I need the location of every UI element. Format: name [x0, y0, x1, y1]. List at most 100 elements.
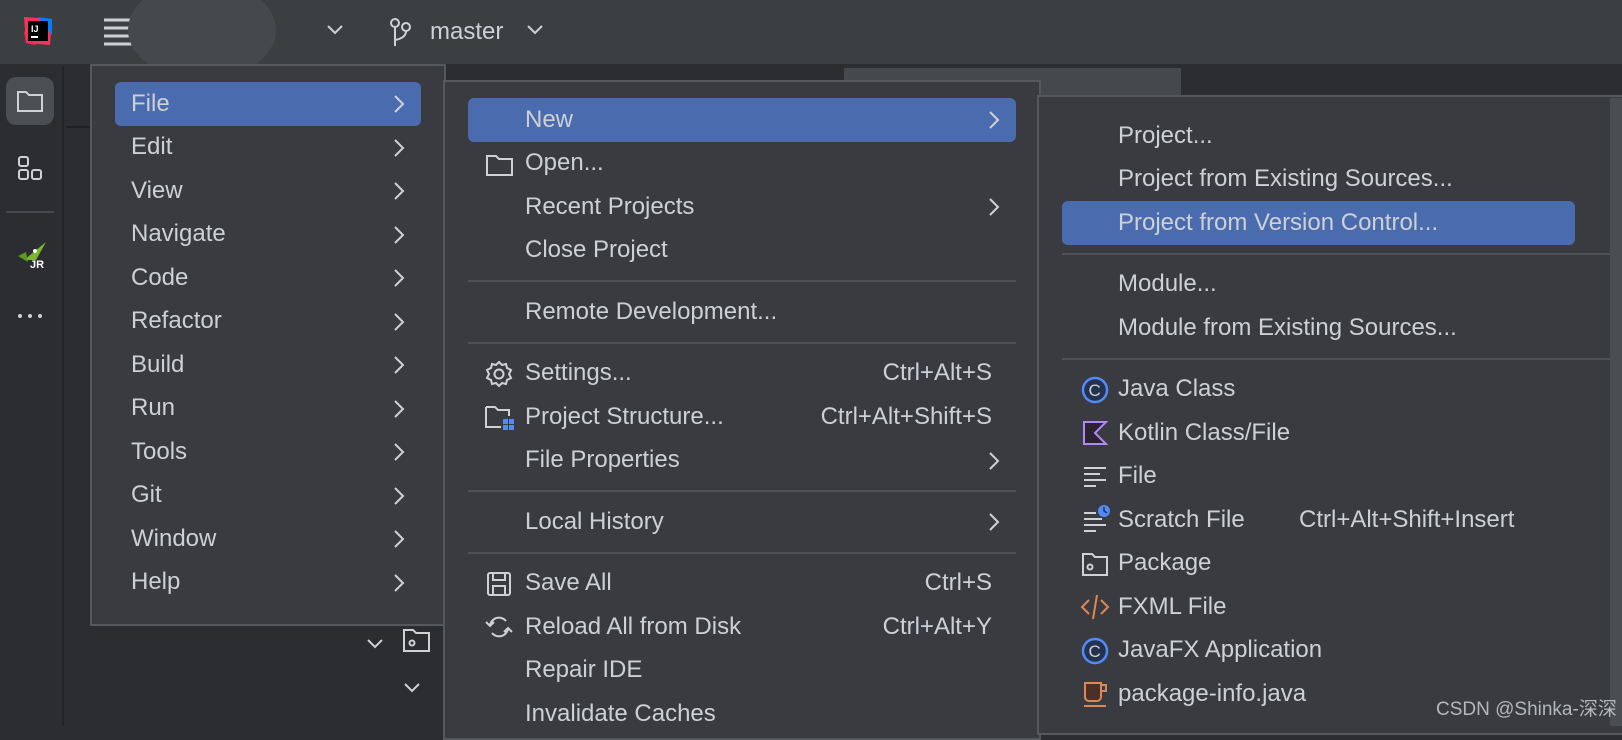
chevron-right-icon — [989, 111, 1000, 129]
menu-separator — [1062, 245, 1612, 263]
menu-item-package[interactable]: Package — [1062, 542, 1575, 586]
menu-item-shortcut: Ctrl+Alt+Y — [882, 612, 992, 640]
branch-name[interactable]: master — [430, 18, 503, 46]
menu-item-local-history[interactable]: Local History — [468, 500, 1016, 544]
menu-separator — [1062, 350, 1612, 368]
menu-item-reload-all-from-disk[interactable]: Reload All from Disk Ctrl+Alt+Y — [468, 605, 1016, 649]
menu-item-settings[interactable]: Settings... Ctrl+Alt+S — [468, 352, 1016, 396]
menu-item-fxml-file[interactable]: FXML File — [1062, 585, 1575, 629]
text-file-icon — [1084, 466, 1106, 487]
fxml-icon — [1080, 594, 1110, 620]
project-selector-chevron-icon[interactable] — [326, 24, 344, 36]
menu-item-project-from-version-control[interactable]: Project from Version Control... — [1062, 201, 1575, 245]
menu-item-code[interactable]: Code — [115, 256, 421, 300]
chevron-right-icon — [394, 530, 405, 548]
svg-text:IJ: IJ — [31, 24, 39, 34]
menu-item-label: Code — [131, 263, 189, 291]
menu-item-window[interactable]: Window — [115, 517, 421, 561]
menu-item-label: Invalidate Caches — [525, 699, 716, 727]
structure-icon[interactable] — [17, 155, 43, 181]
menu-item-shortcut: Ctrl+Alt+S — [882, 359, 992, 387]
tree-expand-chevron-icon[interactable] — [366, 638, 384, 650]
new-submenu-scrollbar[interactable] — [1610, 98, 1622, 726]
menu-item-project-from-existing-sources[interactable]: Project from Existing Sources... — [1062, 158, 1575, 202]
scratch-file-icon — [1084, 505, 1110, 532]
menu-item-shortcut: Ctrl+S — [924, 569, 992, 597]
svg-text:JR: JR — [30, 259, 44, 270]
menu-item-javafx-application[interactable]: C JavaFX Application — [1062, 629, 1575, 673]
chevron-right-icon — [394, 573, 405, 592]
java-class-icon: C — [1081, 637, 1109, 664]
svg-text:C: C — [1089, 642, 1101, 661]
menu-item-label: Reload All from Disk — [525, 612, 742, 640]
separator-line — [468, 280, 1016, 282]
kotlin-icon — [1083, 421, 1109, 445]
menu-item-save-all[interactable]: Save All Ctrl+S — [468, 562, 1016, 606]
menu-item-repair-ide[interactable]: Repair IDE — [468, 649, 1016, 693]
menu-item-label: Window — [131, 524, 217, 552]
menu-item-new[interactable]: New — [468, 98, 1016, 142]
menu-separator — [468, 334, 1016, 352]
project-folder-icon — [17, 91, 43, 112]
chevron-right-icon — [394, 225, 405, 244]
menu-item-label: Project Structure... — [525, 402, 724, 430]
menu-item-remote-development[interactable]: Remote Development... — [468, 290, 1016, 334]
menu-item-file[interactable]: File — [1062, 455, 1575, 499]
menu-item-kotlin-class-file[interactable]: Kotlin Class/File — [1062, 411, 1575, 455]
menu-item-label: Remote Development... — [525, 297, 778, 325]
menu-item-invalidate-caches[interactable]: Invalidate Caches — [468, 692, 1016, 736]
menu-item-label: Open... — [525, 149, 604, 177]
separator-line — [468, 341, 1016, 344]
separator-line — [1062, 357, 1612, 360]
menu-item-label: Package — [1118, 549, 1212, 577]
menu-item-shortcut: Ctrl+Alt+Shift+S — [820, 402, 992, 430]
jrebel-icon[interactable]: JR — [14, 234, 48, 270]
menu-item-label: Git — [131, 481, 162, 509]
menu-item-label: Navigate — [131, 220, 226, 248]
menu-item-navigate[interactable]: Navigate — [115, 213, 421, 257]
menu-item-file-properties[interactable]: File Properties — [468, 439, 1016, 483]
menu-item-module[interactable]: Module... — [1062, 263, 1575, 307]
menu-item-label: Refactor — [131, 307, 222, 335]
menu-item-project[interactable]: Project... — [1062, 114, 1575, 158]
menu-item-label: File — [131, 89, 170, 117]
menu-item-java-class[interactable]: C Java Class — [1062, 368, 1575, 412]
menu-item-recent-projects[interactable]: Recent Projects — [468, 185, 1016, 229]
menu-item-label: Kotlin Class/File — [1118, 418, 1291, 446]
chevron-right-icon — [989, 198, 1000, 216]
menu-item-close-project[interactable]: Close Project — [468, 229, 1016, 273]
tree-expand-chevron-icon[interactable] — [403, 682, 421, 694]
menu-item-label: Edit — [131, 133, 173, 161]
menu-item-file[interactable]: File — [115, 82, 421, 126]
menu-item-label: File — [1118, 462, 1157, 490]
menu-item-refactor[interactable]: Refactor — [115, 300, 421, 344]
tree-package-icon — [403, 629, 430, 652]
menu-item-view[interactable]: View — [115, 169, 421, 213]
menu-item-help[interactable]: Help — [115, 561, 421, 605]
menu-item-build[interactable]: Build — [115, 343, 421, 387]
menu-item-run[interactable]: Run — [115, 387, 421, 431]
gear-icon — [485, 360, 513, 387]
menu-item-edit[interactable]: Edit — [115, 126, 421, 170]
menu-item-tools[interactable]: Tools — [115, 430, 421, 474]
menu-item-scratch-file[interactable]: Scratch File Ctrl+Alt+Shift+Insert — [1062, 498, 1575, 542]
chevron-right-icon — [394, 356, 405, 374]
menu-item-label: Close Project — [525, 236, 668, 264]
intellij-logo-icon[interactable]: IJ — [22, 15, 54, 47]
menu-item-label: Project from Version Control... — [1118, 208, 1439, 236]
menu-item-label: FXML File — [1118, 592, 1227, 620]
menu-item-label: Java Class — [1118, 375, 1236, 403]
more-icon[interactable] — [16, 312, 44, 320]
menu-item-label: View — [131, 176, 183, 204]
project-tool-button[interactable] — [6, 77, 54, 125]
chevron-right-icon — [394, 312, 405, 331]
menu-item-shortcut: Ctrl+Alt+Shift+Insert — [1299, 505, 1515, 533]
menu-item-open[interactable]: Open... — [468, 142, 1016, 186]
menu-item-project-structure[interactable]: Project Structure... Ctrl+Alt+Shift+S — [468, 395, 1016, 439]
menu-item-git[interactable]: Git — [115, 474, 421, 518]
menu-item-label: Repair IDE — [525, 656, 643, 684]
menu-item-module-from-existing-sources[interactable]: Module from Existing Sources... — [1062, 306, 1575, 350]
branch-chevron-icon[interactable] — [526, 24, 544, 36]
chevron-right-icon — [989, 451, 1000, 470]
tool-window-strip: JR — [0, 66, 64, 726]
